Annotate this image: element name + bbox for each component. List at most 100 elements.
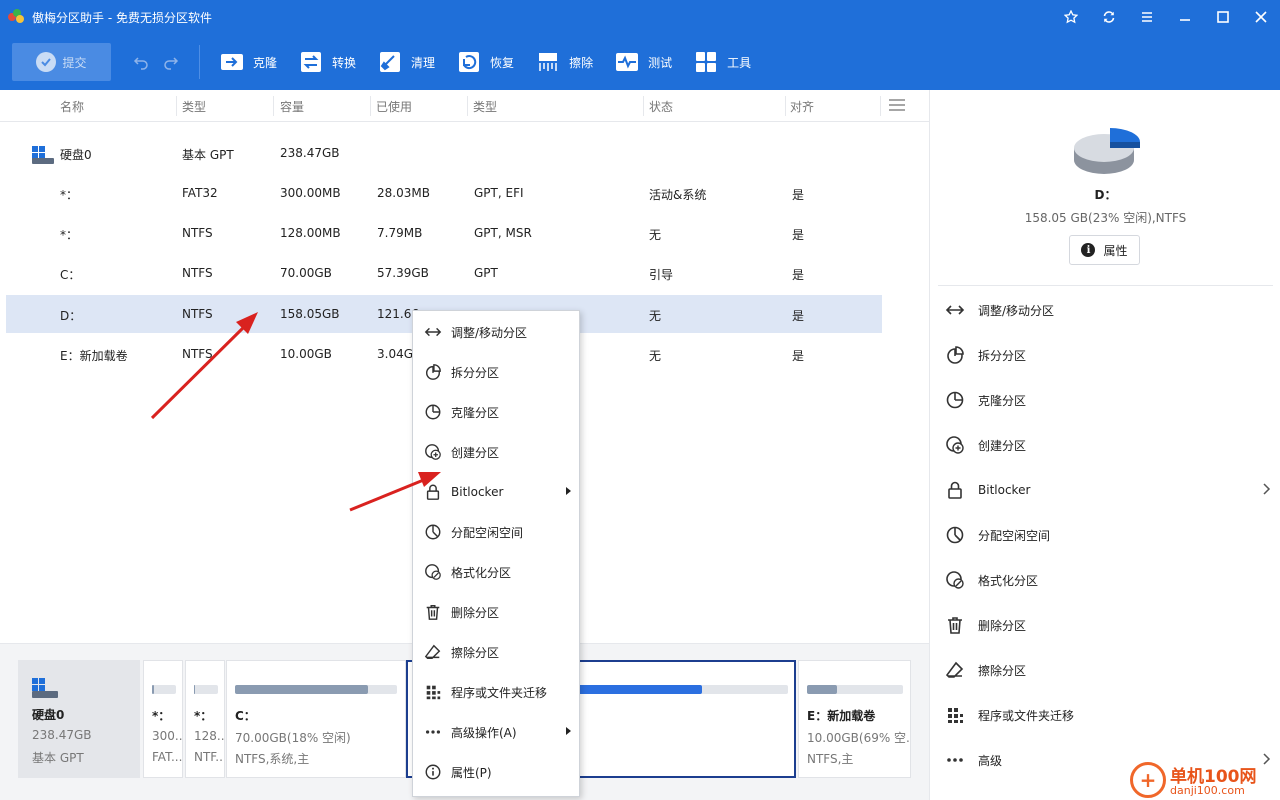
refresh-icon[interactable] [1090,0,1128,34]
menu-item-clone[interactable]: 克隆分区 [413,397,579,427]
col-type[interactable]: 类型 [473,98,497,115]
op-clone[interactable]: 克隆分区 [944,388,1274,412]
convert-icon [299,51,323,73]
chevron-right-icon [1263,483,1271,495]
clone-button[interactable]: 克隆 [220,51,277,73]
window-title: 傲梅分区助手 - 免费无损分区软件 [32,10,212,25]
op-resize-move[interactable]: 调整/移动分区 [944,298,1274,322]
partition-card[interactable]: *： 300... FAT... [143,660,183,778]
op-split[interactable]: 拆分分区 [944,343,1274,367]
menu-item-bitlocker[interactable]: Bitlocker [413,477,579,507]
clean-button[interactable]: 清理 [378,51,435,73]
col-fs[interactable]: 类型 [182,98,206,115]
test-button[interactable]: 测试 [615,51,672,73]
op-label: 删除分区 [978,618,1027,633]
redo-icon[interactable] [163,54,179,70]
op-label: 创建分区 [978,438,1027,453]
app-grid-icon [944,704,966,726]
partition-card[interactable]: E：新加载卷 10.00GB(69% 空... NTFS,主 [798,660,911,778]
menu-item-allocate-free[interactable]: 分配空闲空间 [413,517,579,547]
clean-label: 清理 [411,55,436,70]
trash-icon [944,614,966,636]
submenu-arrow-icon [566,487,571,495]
menu-item-delete[interactable]: 删除分区 [413,597,579,627]
menu-item-app-mover[interactable]: 程序或文件夹迁移 [413,677,579,707]
clean-icon [378,51,402,73]
partition-size: 300... [152,729,182,743]
op-format[interactable]: 格式化分区 [944,568,1274,592]
col-align[interactable]: 对齐 [790,98,814,115]
row-name: C： [60,268,81,282]
table-row[interactable]: *： NTFS 128.00MB 7.79MB GPT, MSR 无 是 [6,214,882,252]
menu-item-label: 程序或文件夹迁移 [451,685,548,700]
menu-item-format[interactable]: 格式化分区 [413,557,579,587]
partition-card[interactable]: *： 128... NTF... [185,660,225,778]
menu-item-resize-move[interactable]: 调整/移动分区 [413,317,579,347]
recover-label: 恢复 [490,55,515,70]
table-row[interactable]: *： FAT32 300.00MB 28.03MB GPT, EFI 活动&系统… [6,174,882,212]
col-divider[interactable] [370,96,371,116]
maximize-icon[interactable] [1204,0,1242,34]
wipe-button[interactable]: 擦除 [536,51,593,73]
row-name: *： [60,228,79,242]
col-status[interactable]: 状态 [649,98,673,115]
col-divider[interactable] [880,96,881,116]
op-app-mover[interactable]: 程序或文件夹迁移 [944,703,1274,727]
op-allocate-free[interactable]: 分配空闲空间 [944,523,1274,547]
favorite-star-icon[interactable] [1052,0,1090,34]
row-status: 无 [649,228,662,242]
partition-size: 128... [194,729,224,743]
col-divider[interactable] [176,96,177,116]
toolbar: 提交 克隆 转换 清理 恢复 擦除 测试 工具 [0,34,1280,90]
menu-item-wipe[interactable]: 擦除分区 [413,637,579,667]
minimize-icon[interactable] [1166,0,1204,34]
col-divider[interactable] [467,96,468,116]
tools-button[interactable]: 工具 [694,51,751,73]
lock-icon [423,482,443,502]
table-row-disk0[interactable]: 硬盘0 基本 GPT 238.47GB [6,134,882,172]
undo-icon[interactable] [133,54,149,70]
menu-item-advanced[interactable]: 高级操作(A) [413,717,579,747]
convert-button[interactable]: 转换 [299,51,356,73]
disk-card[interactable]: 硬盘0 238.47GB 基本 GPT [18,660,140,778]
col-size[interactable]: 容量 [280,98,304,115]
usage-bar [807,685,903,694]
list-header: 名称 类型 容量 已使用 类型 状态 对齐 [0,90,929,122]
op-label: 拆分分区 [978,348,1027,363]
menu-item-create[interactable]: 创建分区 [413,437,579,467]
more-dots-icon [423,722,443,742]
menu-item-split[interactable]: 拆分分区 [413,357,579,387]
op-delete[interactable]: 删除分区 [944,613,1274,637]
partition-name: C： [235,709,256,723]
commit-button[interactable]: 提交 [12,43,111,81]
col-divider[interactable] [643,96,644,116]
col-name[interactable]: 名称 [60,98,84,115]
op-bitlocker[interactable]: Bitlocker [944,478,1274,502]
col-divider[interactable] [273,96,274,116]
wipe-icon [536,51,560,73]
close-icon[interactable] [1242,0,1280,34]
clone-pie-icon [423,402,443,422]
tools-grid-icon [694,51,718,73]
properties-button[interactable]: i 属性 [1069,235,1140,265]
selected-partition-info: 158.05 GB(23% 空闲),NTFS [1024,211,1187,225]
table-row[interactable]: C： NTFS 70.00GB 57.39GB GPT 引导 是 [6,254,882,292]
op-create[interactable]: 创建分区 [944,433,1274,457]
title-bar: 傲梅分区助手 - 免费无损分区软件 [0,0,1280,34]
tools-label: 工具 [727,55,752,70]
column-settings-icon[interactable] [888,98,906,112]
menu-item-label: 克隆分区 [451,405,500,420]
partition-card[interactable]: C： 70.00GB(18% 空闲) NTFS,系统,主 [226,660,406,778]
menu-item-properties[interactable]: 属性(P) [413,757,579,787]
op-label: Bitlocker [978,483,1031,497]
recover-button[interactable]: 恢复 [457,51,514,73]
row-status: 活动&系统 [649,188,707,202]
op-label: 调整/移动分区 [978,303,1055,318]
menu-item-label: 拆分分区 [451,365,500,380]
col-divider[interactable] [785,96,786,116]
op-wipe[interactable]: 擦除分区 [944,658,1274,682]
split-pie-icon [423,362,443,382]
col-used[interactable]: 已使用 [376,98,412,115]
menu-icon[interactable] [1128,0,1166,34]
partition-name: E：新加载卷 [807,709,876,723]
